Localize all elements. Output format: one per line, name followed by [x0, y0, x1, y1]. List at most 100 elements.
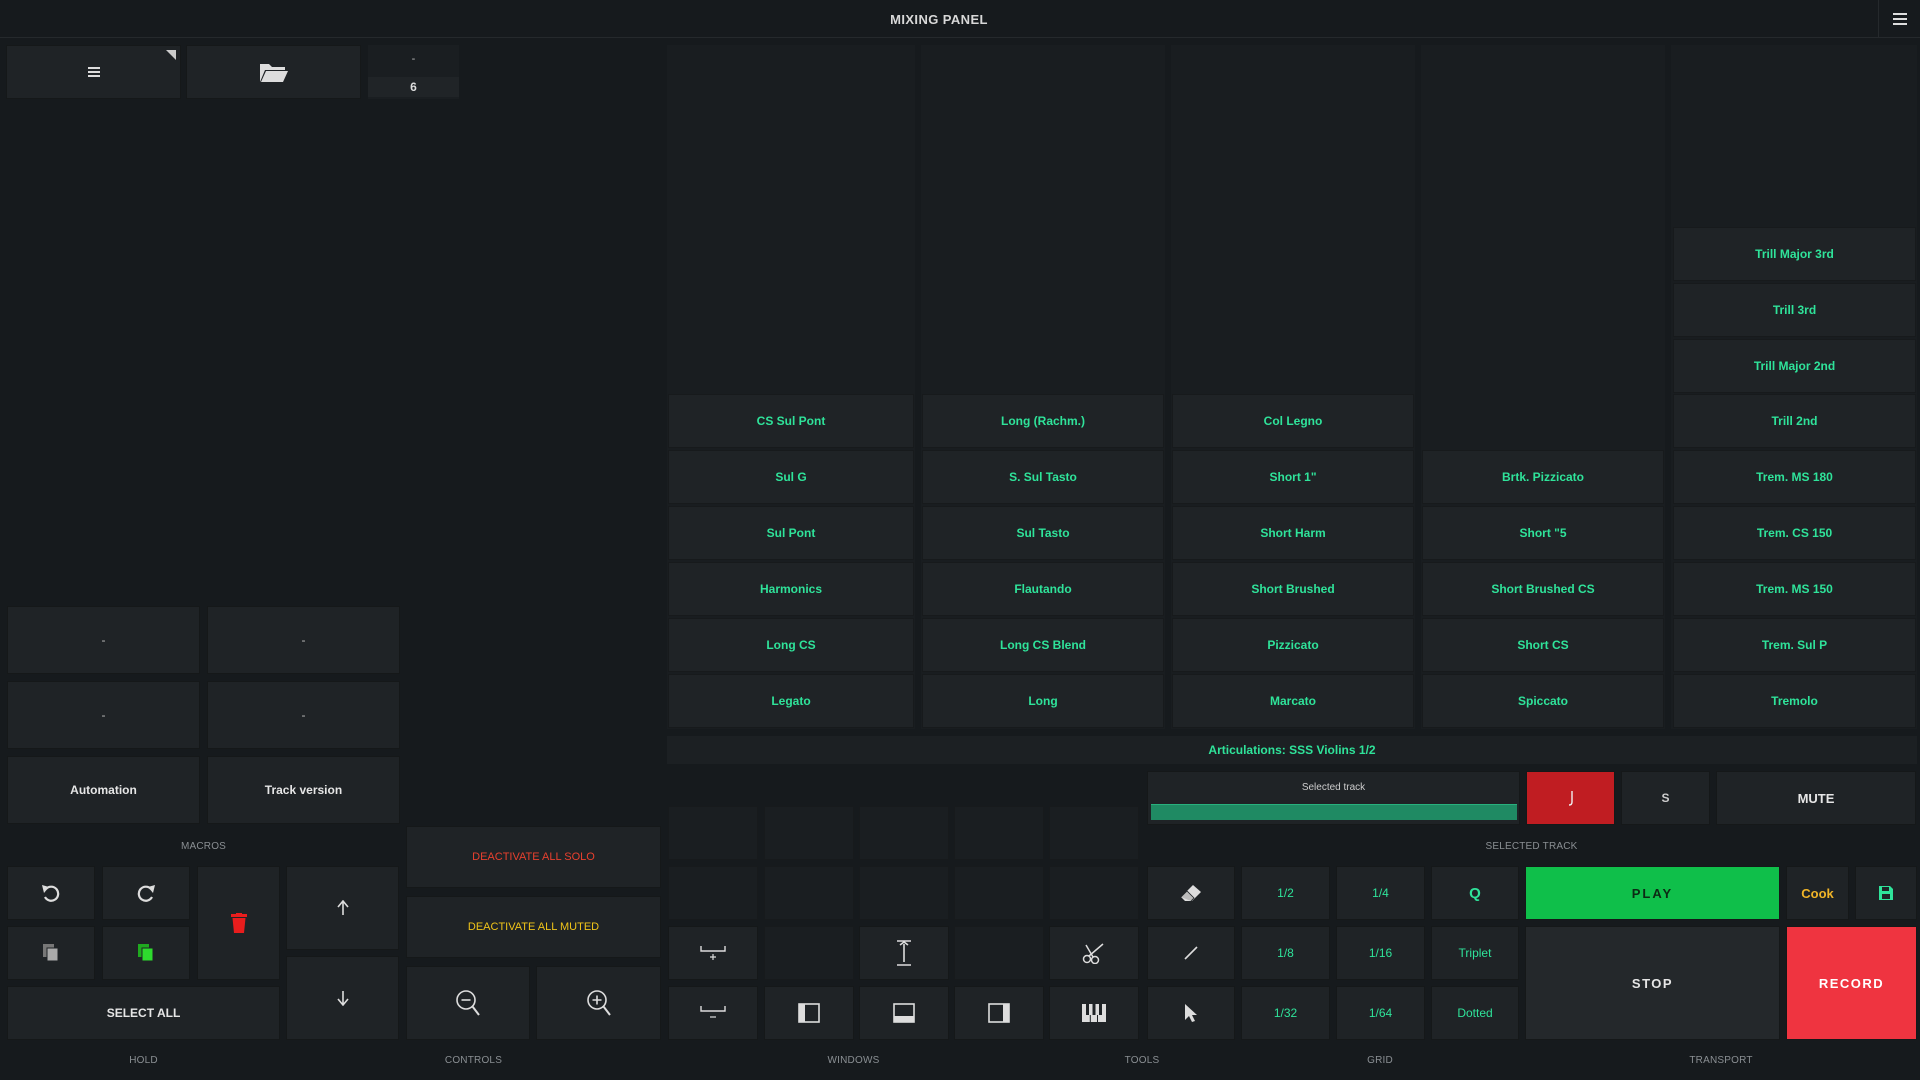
dotted-button[interactable]: Dotted	[1431, 986, 1519, 1040]
zoom-out-button[interactable]	[406, 966, 530, 1040]
deactivate-all-solo-button[interactable]: DEACTIVATE ALL SOLO	[406, 826, 661, 888]
play-button[interactable]: PLAY	[1525, 866, 1780, 920]
pencil-icon	[1184, 946, 1198, 960]
move-up-button[interactable]	[286, 866, 399, 950]
articulation-button[interactable]: Harmonics	[668, 562, 914, 616]
pointer-tool-button[interactable]	[1147, 986, 1235, 1040]
selected-track-label: Selected track	[1301, 782, 1366, 793]
articulation-button[interactable]: Trem. CS 150	[1673, 506, 1916, 560]
redo-button[interactable]	[102, 866, 190, 920]
macro-slot[interactable]: -	[207, 681, 400, 749]
empty-pad	[764, 866, 854, 920]
articulation-button[interactable]: Trem. Sul P	[1673, 618, 1916, 672]
articulation-button[interactable]: Col Legno	[1172, 394, 1414, 448]
grid-label: GRID	[1367, 1055, 1393, 1066]
articulation-button[interactable]: Spiccato	[1422, 674, 1664, 728]
solo-button[interactable]: S	[1621, 771, 1710, 825]
header-menu-button[interactable]	[1878, 0, 1920, 38]
automation-button[interactable]: Automation	[7, 756, 200, 824]
vertical-resize-icon	[897, 940, 911, 966]
selected-track-box[interactable]: Selected track	[1147, 771, 1520, 825]
remove-bracket-icon	[700, 1006, 726, 1018]
grid-sixty-fourth-button[interactable]: 1/64	[1336, 986, 1425, 1040]
zoom-out-icon	[456, 990, 480, 1016]
articulation-button[interactable]: Marcato	[1172, 674, 1414, 728]
articulation-button[interactable]: Short 1"	[1172, 450, 1414, 504]
articulation-button[interactable]: Flautando	[922, 562, 1164, 616]
remove-track-button[interactable]	[668, 986, 758, 1040]
articulation-button[interactable]: Long CS Blend	[922, 618, 1164, 672]
select-all-button[interactable]: SELECT ALL	[7, 986, 280, 1040]
macro-slot[interactable]: -	[7, 606, 200, 674]
articulation-button[interactable]: Trem. MS 180	[1673, 450, 1916, 504]
save-button[interactable]	[1855, 866, 1917, 920]
articulation-button[interactable]: Tremolo	[1673, 674, 1916, 728]
grid-quarter-button[interactable]: 1/4	[1336, 866, 1425, 920]
articulation-button[interactable]: S. Sul Tasto	[922, 450, 1164, 504]
articulation-button[interactable]: Short "5	[1422, 506, 1664, 560]
articulation-button[interactable]: Short Harm	[1172, 506, 1414, 560]
piano-roll-button[interactable]	[1049, 986, 1139, 1040]
articulation-button[interactable]: Sul Tasto	[922, 506, 1164, 560]
macro-slot[interactable]: -	[207, 606, 400, 674]
articulation-button[interactable]: Long CS	[668, 618, 914, 672]
grid-sixteenth-button[interactable]: 1/16	[1336, 926, 1425, 980]
right-panel-button[interactable]	[954, 986, 1044, 1040]
mute-button[interactable]: MUTE	[1716, 771, 1916, 825]
articulation-button[interactable]: Trill Major 2nd	[1673, 339, 1916, 393]
cook-button[interactable]: Cook	[1786, 866, 1849, 920]
articulation-button[interactable]: Short Brushed CS	[1422, 562, 1664, 616]
articulation-button[interactable]: CS Sul Pont	[668, 394, 914, 448]
empty-pad	[764, 806, 854, 860]
copy-button[interactable]	[7, 926, 95, 980]
articulation-button[interactable]: Legato	[668, 674, 914, 728]
articulation-button[interactable]: Sul G	[668, 450, 914, 504]
track-height-button[interactable]	[859, 926, 949, 980]
articulation-button[interactable]: Trill 2nd	[1673, 394, 1916, 448]
insert-track-button[interactable]	[668, 926, 758, 980]
articulation-button[interactable]: Short Brushed	[1172, 562, 1414, 616]
articulation-button[interactable]: Trem. MS 150	[1673, 562, 1916, 616]
empty-pad	[764, 926, 854, 980]
corner-triangle-icon	[166, 50, 176, 60]
grid-half-button[interactable]: 1/2	[1241, 866, 1330, 920]
paste-icon	[138, 944, 154, 962]
articulation-button[interactable]: Long (Rachm.)	[922, 394, 1164, 448]
delete-button[interactable]	[197, 866, 280, 980]
move-down-button[interactable]	[286, 956, 399, 1040]
articulation-button[interactable]: Sul Pont	[668, 506, 914, 560]
menu-button[interactable]	[6, 45, 181, 99]
menu-lines-icon	[87, 67, 100, 77]
cut-tool-button[interactable]	[1049, 926, 1139, 980]
articulation-button[interactable]: Trill Major 3rd	[1673, 227, 1916, 281]
bottom-panel-button[interactable]	[859, 986, 949, 1040]
grid-eighth-button[interactable]: 1/8	[1241, 926, 1330, 980]
articulation-button[interactable]: Short CS	[1422, 618, 1664, 672]
undo-button[interactable]	[7, 866, 95, 920]
record-arm-button[interactable]	[1526, 771, 1615, 825]
left-panel-button[interactable]	[764, 986, 854, 1040]
record-button[interactable]: RECORD	[1786, 926, 1917, 1040]
arrow-down-icon	[336, 991, 349, 1006]
eraser-tool-button[interactable]	[1147, 866, 1235, 920]
pencil-tool-button[interactable]	[1147, 926, 1235, 980]
articulation-button[interactable]: Brtk. Pizzicato	[1422, 450, 1664, 504]
macro-slot[interactable]: -	[7, 681, 200, 749]
articulation-button[interactable]: Long	[922, 674, 1164, 728]
transport-label: TRANSPORT	[1689, 1055, 1753, 1066]
quantize-button[interactable]: Q	[1431, 866, 1519, 920]
track-version-button[interactable]: Track version	[207, 756, 400, 824]
empty-pad	[954, 926, 1044, 980]
eraser-icon	[1180, 885, 1201, 902]
deactivate-all-muted-button[interactable]: DEACTIVATE ALL MUTED	[406, 896, 661, 958]
articulation-button[interactable]: Trill 3rd	[1673, 283, 1916, 337]
grid-thirty-second-button[interactable]: 1/32	[1241, 986, 1330, 1040]
counter-top: -	[411, 53, 416, 65]
triplet-button[interactable]: Triplet	[1431, 926, 1519, 980]
open-folder-button[interactable]	[186, 45, 361, 99]
zoom-in-button[interactable]	[536, 966, 661, 1040]
articulation-button[interactable]: Pizzicato	[1172, 618, 1414, 672]
scissors-icon	[1082, 943, 1104, 964]
paste-button[interactable]	[102, 926, 190, 980]
stop-button[interactable]: STOP	[1525, 926, 1780, 1040]
